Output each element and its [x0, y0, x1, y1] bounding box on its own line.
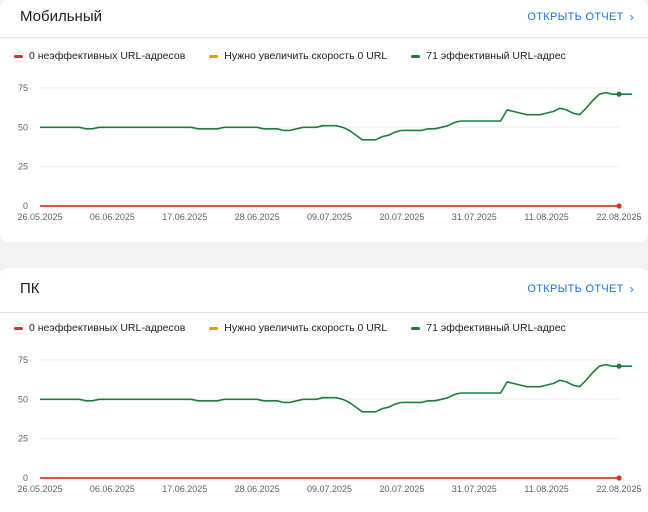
card-header: ПК ОТКРЫТЬ ОТЧЕТ › — [0, 268, 648, 304]
series-line — [40, 363, 633, 413]
legend-item-good[interactable]: 71 эффективный URL-адрес — [411, 50, 566, 62]
legend-swatch — [411, 326, 421, 330]
legend-swatch — [411, 54, 421, 58]
y-tick-label: 75 — [18, 355, 28, 365]
chart-legend: 0 неэффективных URL-адресов Нужно увелич… — [14, 322, 590, 334]
legend-label: 71 эффективный URL-адрес — [426, 322, 566, 334]
x-tick-label: 11.08.2025 — [524, 484, 568, 494]
x-tick-label: 31.07.2025 — [452, 212, 497, 222]
series-end-point — [616, 475, 622, 481]
card-header: Мобильный ОТКРЫТЬ ОТЧЕТ › — [0, 0, 648, 36]
x-tick-label: 20.07.2025 — [379, 212, 424, 222]
x-tick-label: 09.07.2025 — [307, 484, 352, 494]
divider — [0, 37, 648, 38]
legend-swatch — [209, 326, 219, 330]
series-end-point — [616, 363, 622, 369]
x-tick-label: 28.06.2025 — [235, 484, 280, 494]
legend-swatch — [209, 54, 219, 58]
legend-label: 71 эффективный URL-адрес — [426, 50, 566, 62]
x-tick-label: 31.07.2025 — [452, 484, 497, 494]
x-tick-label: 11.08.2025 — [524, 212, 568, 222]
legend-label: Нужно увеличить скорость 0 URL — [224, 50, 388, 62]
card-title: Мобильный — [20, 8, 102, 25]
y-tick-label: 50 — [18, 122, 28, 132]
open-report-link[interactable]: ОТКРЫТЬ ОТЧЕТ › — [527, 283, 634, 295]
line-chart: 0 25 50 75 26.05.2025 06.06.2025 17.06.2025 28.… — [17, 355, 641, 494]
report-card-mobile: Мобильный ОТКРЫТЬ ОТЧЕТ › 0 неэффективны… — [0, 0, 648, 242]
legend-item-poor[interactable]: 0 неэффективных URL-адресов — [14, 322, 185, 334]
legend-item-good[interactable]: 71 эффективный URL-адрес — [411, 322, 566, 334]
chevron-right-icon: › — [629, 282, 634, 296]
chart-legend: 0 неэффективных URL-адресов Нужно увелич… — [14, 50, 590, 62]
y-tick-label: 25 — [18, 434, 28, 444]
chevron-right-icon: › — [629, 10, 634, 24]
legend-item-needs-improvement[interactable]: Нужно увеличить скорость 0 URL — [209, 50, 387, 62]
x-tick-label: 17.06.2025 — [162, 212, 207, 222]
open-report-label: ОТКРЫТЬ ОТЧЕТ — [527, 11, 624, 23]
x-tick-label: 09.07.2025 — [307, 212, 352, 222]
legend-item-needs-improvement[interactable]: Нужно увеличить скорость 0 URL — [209, 322, 387, 334]
legend-label: 0 неэффективных URL-адресов — [29, 322, 186, 334]
series-end-point — [616, 203, 622, 209]
y-tick-label: 50 — [18, 394, 28, 404]
x-tick-label: 17.06.2025 — [162, 484, 207, 494]
y-tick-label: 25 — [18, 162, 28, 172]
x-tick-label: 28.06.2025 — [235, 212, 280, 222]
x-tick-label: 26.05.2025 — [17, 484, 62, 494]
x-tick-label: 22.08.2025 — [596, 484, 641, 494]
y-tick-label: 0 — [23, 473, 28, 483]
x-tick-label: 06.06.2025 — [90, 484, 135, 494]
legend-swatch — [14, 54, 23, 58]
line-chart: 0 25 50 75 26.05.2025 06.06.2025 17.06.2025 28.… — [17, 83, 641, 222]
open-report-label: ОТКРЫТЬ ОТЧЕТ — [527, 283, 624, 295]
y-tick-label: 0 — [23, 201, 28, 211]
series-end-point — [616, 91, 622, 97]
legend-label: Нужно увеличить скорость 0 URL — [224, 322, 388, 334]
legend-item-poor[interactable]: 0 неэффективных URL-адресов — [14, 50, 185, 62]
open-report-link[interactable]: ОТКРЫТЬ ОТЧЕТ › — [527, 11, 634, 23]
x-tick-label: 20.07.2025 — [379, 484, 424, 494]
legend-swatch — [14, 326, 23, 330]
y-tick-label: 75 — [18, 83, 28, 93]
x-tick-label: 22.08.2025 — [596, 212, 641, 222]
x-tick-label: 26.05.2025 — [17, 212, 62, 222]
series-line — [40, 91, 633, 141]
legend-label: 0 неэффективных URL-адресов — [29, 50, 186, 62]
divider — [0, 312, 648, 313]
x-tick-label: 06.06.2025 — [90, 212, 135, 222]
report-card-desktop: ПК ОТКРЫТЬ ОТЧЕТ › 0 неэффективных URL-а… — [0, 268, 648, 512]
card-title: ПК — [20, 280, 40, 297]
